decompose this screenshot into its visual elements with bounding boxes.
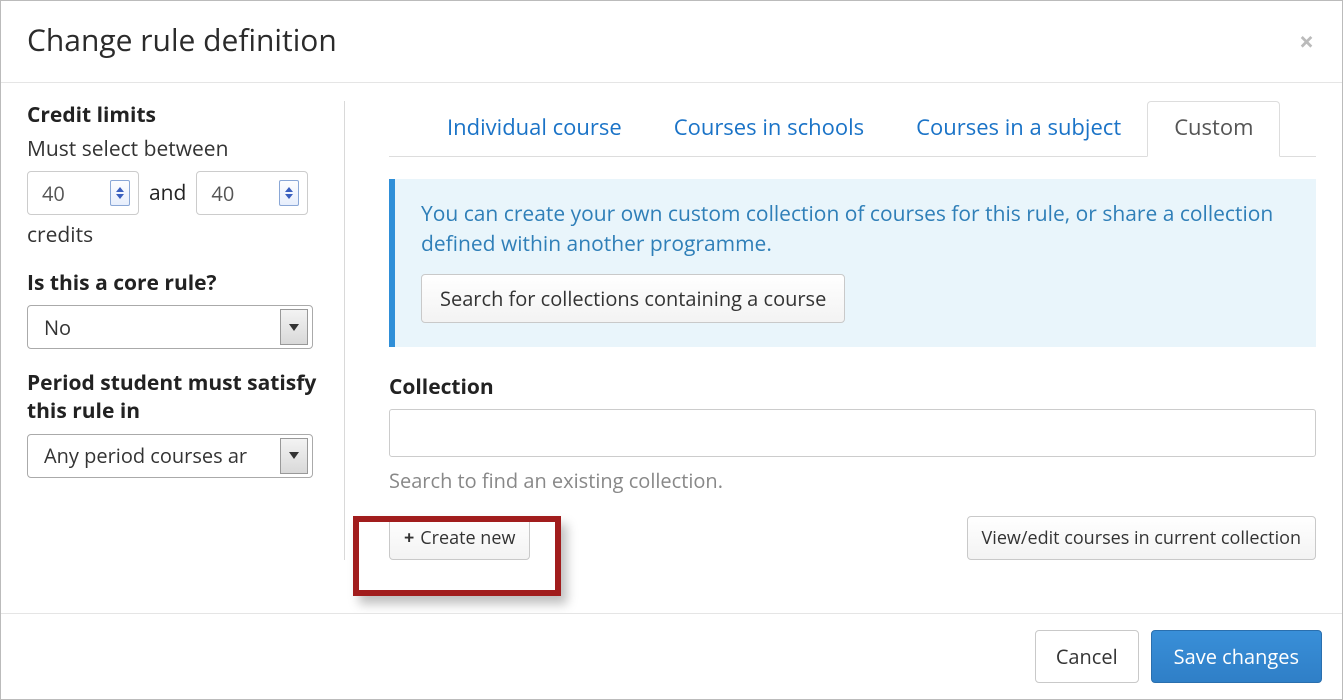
credit-limits-block: Credit limits Must select between 40 and… <box>27 101 318 249</box>
close-icon[interactable]: × <box>1299 23 1314 59</box>
credits-word: credits <box>27 221 318 249</box>
info-text: You can create your own custom collectio… <box>421 199 1290 260</box>
min-credits-value: 40 <box>42 180 65 207</box>
must-select-label: Must select between <box>27 135 318 163</box>
search-collections-label: Search for collections containing a cour… <box>440 285 826 312</box>
collection-input[interactable] <box>389 409 1316 457</box>
max-credits-input[interactable]: 40 <box>196 171 308 215</box>
period-select[interactable]: Any period courses ar <box>27 434 313 478</box>
spinner-icon[interactable] <box>279 180 299 206</box>
chevron-down-icon <box>280 438 308 474</box>
period-label: Period student must satisfy this rule in <box>27 369 318 426</box>
change-rule-modal: Change rule definition × Credit limits M… <box>0 0 1343 700</box>
left-column: Credit limits Must select between 40 and… <box>27 101 345 560</box>
view-edit-collection-button[interactable]: View/edit courses in current collection <box>967 516 1316 560</box>
period-value: Any period courses ar <box>44 442 247 469</box>
save-label: Save changes <box>1174 643 1299 670</box>
core-rule-block: Is this a core rule? No <box>27 269 318 349</box>
core-rule-label: Is this a core rule? <box>27 269 318 297</box>
spinner-icon[interactable] <box>110 180 130 206</box>
period-block: Period student must satisfy this rule in… <box>27 369 318 478</box>
create-new-label: Create new <box>420 526 515 550</box>
tab-custom[interactable]: Custom <box>1147 101 1280 157</box>
tab-courses-in-schools[interactable]: Courses in schools <box>648 102 890 156</box>
credit-range-row: 40 and 40 <box>27 171 318 215</box>
save-changes-button[interactable]: Save changes <box>1151 630 1322 683</box>
and-word: and <box>149 179 186 207</box>
info-panel: You can create your own custom collectio… <box>389 179 1316 347</box>
min-credits-input[interactable]: 40 <box>27 171 139 215</box>
cancel-label: Cancel <box>1056 643 1118 670</box>
modal-footer: Cancel Save changes <box>1 613 1342 699</box>
core-rule-select[interactable]: No <box>27 305 313 349</box>
search-collections-button[interactable]: Search for collections containing a cour… <box>421 274 845 323</box>
view-edit-label: View/edit courses in current collection <box>982 526 1301 550</box>
collection-label: Collection <box>389 373 1316 401</box>
max-credits-value: 40 <box>211 180 234 207</box>
create-new-button[interactable]: + Create new <box>389 516 530 560</box>
tabs-bar: Individual course Courses in schools Cou… <box>389 101 1316 157</box>
modal-title: Change rule definition <box>27 19 337 60</box>
tab-individual-course[interactable]: Individual course <box>421 102 648 156</box>
collection-actions: + Create new View/edit courses in curren… <box>389 516 1316 560</box>
credit-limits-label: Credit limits <box>27 101 318 129</box>
modal-body: Credit limits Must select between 40 and… <box>1 83 1342 560</box>
cancel-button[interactable]: Cancel <box>1035 630 1139 683</box>
chevron-down-icon <box>280 309 308 345</box>
modal-header: Change rule definition × <box>1 1 1342 83</box>
collection-hint: Search to find an existing collection. <box>389 467 1316 494</box>
tab-courses-in-subject[interactable]: Courses in a subject <box>890 102 1147 156</box>
plus-icon: + <box>404 526 414 550</box>
right-column: Individual course Courses in schools Cou… <box>345 101 1316 560</box>
core-rule-value: No <box>44 314 71 341</box>
